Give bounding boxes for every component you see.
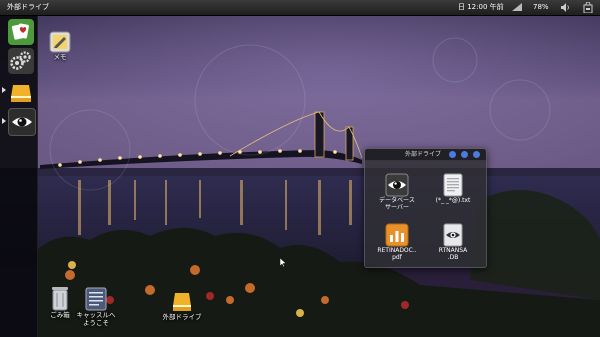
network-icon[interactable]	[512, 3, 522, 11]
drive-icon	[11, 85, 31, 102]
desktop-memo[interactable]: メモ	[46, 31, 74, 61]
pdf-file-icon	[385, 223, 409, 247]
battery-indicator[interactable]: 78%	[533, 0, 549, 15]
trash-label: ごみ箱	[50, 311, 70, 319]
file-label-2: .DB	[447, 254, 459, 261]
window-titlebar[interactable]: 外部ドライブ	[365, 149, 486, 161]
desktop-welcome[interactable]: キャッスルへ ようこそ	[76, 287, 116, 327]
bag-icon[interactable]	[583, 2, 593, 13]
file-label: RTNANSA	[438, 247, 468, 254]
minimize-button[interactable]	[449, 151, 456, 158]
top-panel: 外部ドライブ 日 12:00 午前 78%	[0, 0, 600, 16]
file-label: RETINADOC..	[377, 247, 417, 254]
cards-icon	[11, 23, 29, 40]
running-indicator	[2, 118, 6, 124]
gears-icon	[10, 51, 31, 70]
launcher-eye-app[interactable]	[8, 108, 36, 136]
desktop-external-drive[interactable]: 外部ドライブ	[160, 291, 204, 321]
launcher-external-drive[interactable]	[8, 79, 34, 105]
welcome-label-line1: キャッスルへ	[76, 311, 116, 319]
eye-icon	[385, 173, 409, 197]
desktop-trash[interactable]: ごみ箱	[46, 285, 74, 319]
window-title: 外部ドライブ	[405, 151, 442, 158]
clock[interactable]: 日 12:00 午前	[458, 0, 504, 15]
db-file-icon	[443, 223, 463, 247]
memo-icon	[49, 31, 71, 53]
file-label: データベース	[379, 197, 415, 204]
text-file-icon	[443, 173, 463, 197]
file-item[interactable]: データベース サーバー	[371, 173, 423, 211]
welcome-label-line2: ようこそ	[83, 319, 109, 327]
eye-icon	[12, 117, 32, 127]
active-window-title: 外部ドライブ	[7, 3, 49, 11]
file-item[interactable]: (*_ _*@).txt	[427, 173, 479, 204]
launcher	[0, 15, 38, 337]
close-button[interactable]	[473, 151, 480, 158]
trash-icon	[52, 287, 68, 311]
welcome-doc-icon	[85, 287, 107, 311]
folder-window[interactable]: 外部ドライブ データベース サーバー (*_ _*@).txt RETINADO…	[364, 148, 487, 268]
file-label-2: サーバー	[385, 204, 409, 211]
file-label: (*_ _*@).txt	[435, 197, 471, 204]
file-label-2: pdf	[392, 254, 402, 261]
memo-label: メモ	[53, 53, 67, 61]
file-item[interactable]: RETINADOC.. pdf	[371, 223, 423, 261]
running-indicator	[2, 87, 6, 93]
drive-icon	[173, 293, 191, 311]
launcher-settings[interactable]	[8, 48, 34, 74]
drive-label: 外部ドライブ	[162, 313, 202, 321]
maximize-button[interactable]	[461, 151, 468, 158]
launcher-solitaire[interactable]	[8, 19, 34, 45]
speaker-icon[interactable]	[561, 3, 570, 12]
mouse-cursor-icon	[280, 258, 286, 267]
file-item[interactable]: RTNANSA .DB	[427, 223, 479, 261]
